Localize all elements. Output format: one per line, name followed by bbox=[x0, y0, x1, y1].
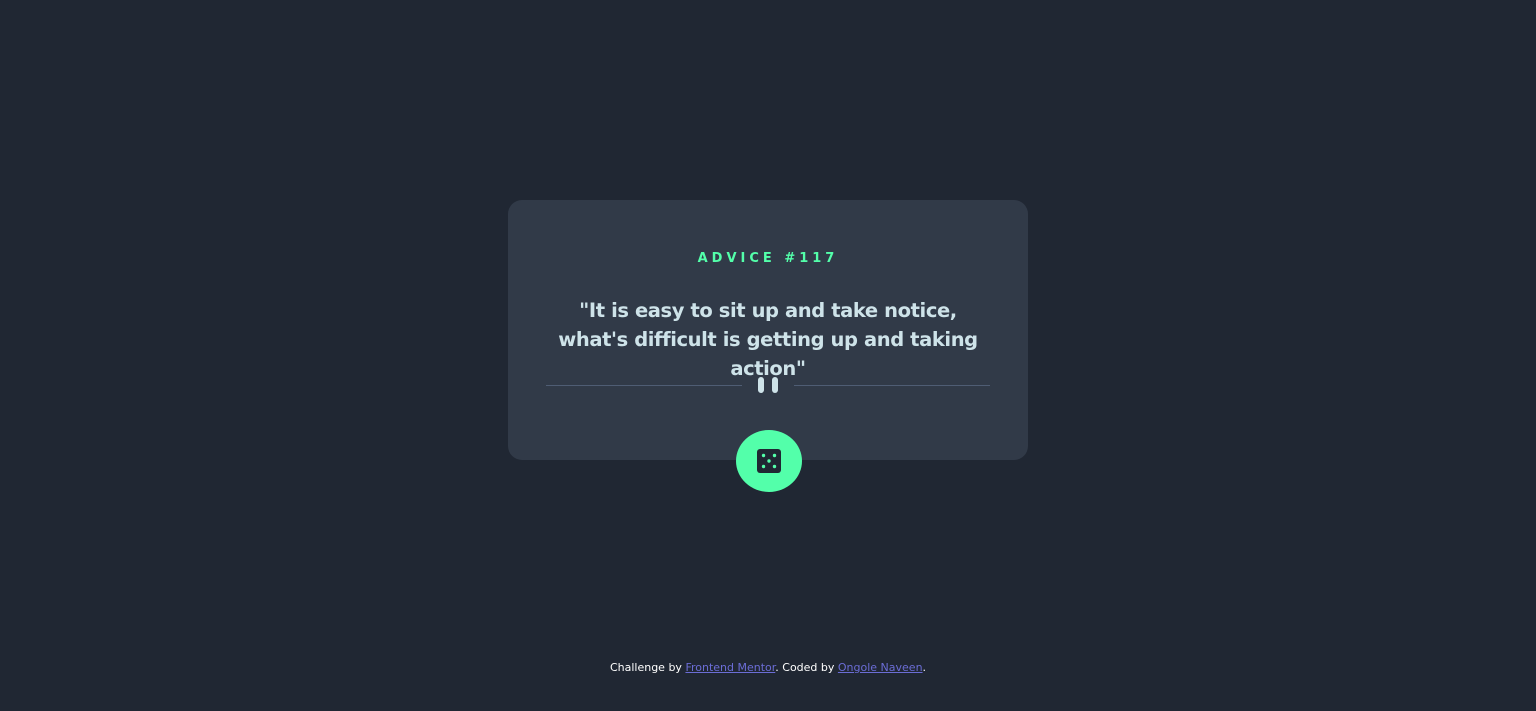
frontend-mentor-link[interactable]: Frontend Mentor bbox=[685, 661, 775, 674]
footer-middle: . Coded by bbox=[775, 661, 838, 674]
attribution-footer: Challenge by Frontend Mentor. Coded by O… bbox=[0, 661, 1536, 674]
dice-icon bbox=[757, 449, 781, 473]
pause-bar-right bbox=[772, 377, 778, 393]
new-advice-button[interactable] bbox=[736, 430, 802, 492]
author-link[interactable]: Ongole Naveen bbox=[838, 661, 923, 674]
footer-prefix: Challenge by bbox=[609, 661, 686, 674]
pause-icon bbox=[758, 377, 778, 393]
advice-card: ADVICE #117 "It is easy to sit up and ta… bbox=[508, 200, 1028, 460]
advice-id-label: ADVICE #117 bbox=[697, 251, 839, 266]
footer-suffix: . bbox=[922, 661, 927, 674]
divider-line-left bbox=[546, 385, 742, 386]
pause-bar-left bbox=[758, 377, 764, 393]
advice-quote: "It is easy to sit up and take notice, w… bbox=[558, 299, 978, 380]
divider-line-right bbox=[794, 385, 990, 386]
